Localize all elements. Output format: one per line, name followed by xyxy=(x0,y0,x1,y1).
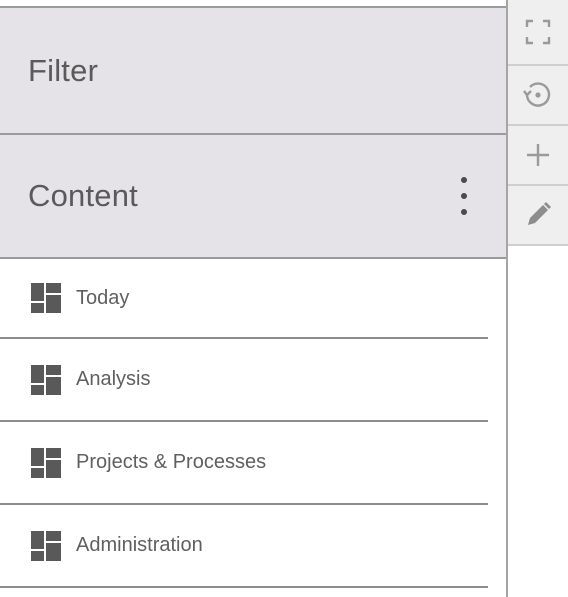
edit-button[interactable] xyxy=(508,186,568,246)
history-button[interactable] xyxy=(508,66,568,126)
content-panel: Filter Content Today Analysis Projects &… xyxy=(0,6,506,597)
dashboard-icon xyxy=(31,447,61,478)
dashboard-icon xyxy=(31,530,61,561)
list-item-label: Today xyxy=(76,286,130,309)
edit-icon xyxy=(528,202,551,225)
fullscreen-button[interactable] xyxy=(508,0,568,66)
dashboard-icon xyxy=(31,364,61,395)
list-item-analysis[interactable]: Analysis xyxy=(0,339,488,422)
content-label: Content xyxy=(28,178,138,213)
list-item-label: Administration xyxy=(76,534,203,556)
list-item-label: Analysis xyxy=(76,368,151,390)
filter-label: Filter xyxy=(28,52,99,88)
content-header[interactable]: Content xyxy=(0,133,506,259)
dashboard-list: Today Analysis Projects & Processes Admi… xyxy=(0,259,506,588)
dashboard-icon xyxy=(31,283,61,313)
fullscreen-icon xyxy=(525,19,551,45)
side-toolbar xyxy=(506,0,568,597)
app-root: Filter Content Today Analysis Projects &… xyxy=(0,0,568,597)
list-item-projects-processes[interactable]: Projects & Processes xyxy=(0,422,488,505)
list-item-today[interactable]: Today xyxy=(0,259,488,339)
add-button[interactable] xyxy=(508,126,568,186)
history-icon xyxy=(523,82,551,107)
more-options-icon[interactable] xyxy=(456,177,472,215)
list-item-administration[interactable]: Administration xyxy=(0,505,488,588)
list-item-label: Projects & Processes xyxy=(76,451,267,473)
add-icon xyxy=(527,144,549,166)
filter-header[interactable]: Filter xyxy=(0,6,506,133)
